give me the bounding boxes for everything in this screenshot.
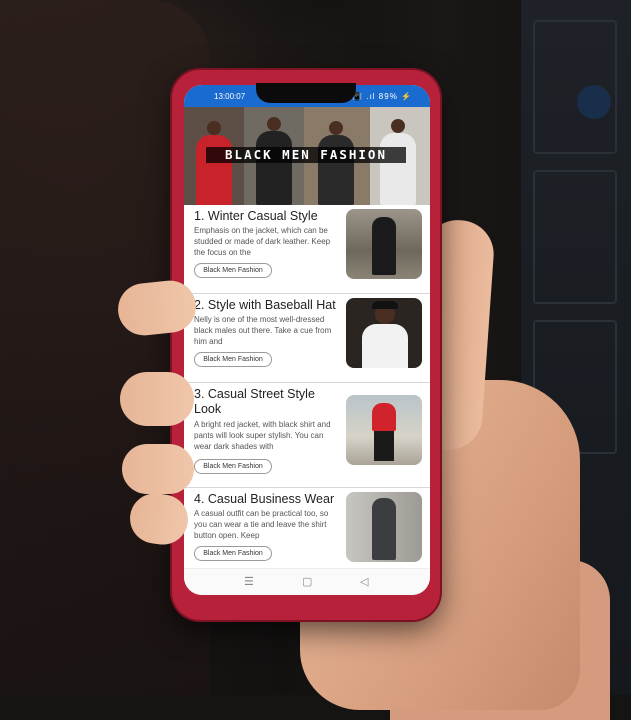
article-desc: A casual outfit can be practical too, so… [194,509,329,540]
category-chip[interactable]: Black Men Fashion [194,459,272,474]
list-item[interactable]: 1. Winter Casual Style Emphasis on the j… [184,205,430,294]
banner-model-black-blazer [318,121,354,205]
banner-title: BLACK MEN FASHION [206,147,406,163]
status-time: 13:00:07 [214,92,246,101]
list-item[interactable]: 2. Style with Baseball Hat Nelly is one … [184,294,430,383]
article-image [346,492,422,562]
article-image [346,395,422,465]
phone-screen: 13:00:07 ⏰ 📳 .ıl 89% ⚡ BLACK MEN FASHION… [184,85,430,595]
home-icon[interactable]: ▢ [302,575,312,588]
article-title: 4. Casual Business Wear [194,492,335,506]
article-desc: Nelly is one of the most well-dressed bl… [194,315,332,346]
article-image [346,209,422,279]
finger [122,444,194,494]
list-item[interactable]: 4. Casual Business Wear A casual outfit … [184,488,430,576]
article-desc: A bright red jacket, with black shirt an… [194,420,331,451]
banner-model-white-jacket [380,119,416,205]
door-knob [577,85,611,119]
door-panel [533,20,617,154]
system-nav-bar: ☰ ▢ ◁ [184,568,430,595]
menu-icon[interactable]: ☰ [244,575,254,588]
finger [120,372,194,426]
door-panel [533,170,617,304]
category-chip[interactable]: Black Men Fashion [194,546,272,561]
article-image [346,298,422,368]
category-chip[interactable]: Black Men Fashion [194,352,272,367]
phone-notch [256,83,356,103]
list-item[interactable]: 3. Casual Street Style Look A bright red… [184,383,430,488]
app-banner: BLACK MEN FASHION [184,107,430,205]
article-title: 1. Winter Casual Style [194,209,318,223]
back-icon[interactable]: ◁ [360,575,368,588]
banner-model-leather-jacket [256,117,292,205]
article-list[interactable]: 1. Winter Casual Style Emphasis on the j… [184,205,430,576]
category-chip[interactable]: Black Men Fashion [194,263,272,278]
banner-model-red-blazer [196,121,232,205]
article-desc: Emphasis on the jacket, which can be stu… [194,226,331,257]
article-title: 3. Casual Street Style Look [194,387,315,416]
article-title: 2. Style with Baseball Hat [194,298,336,312]
